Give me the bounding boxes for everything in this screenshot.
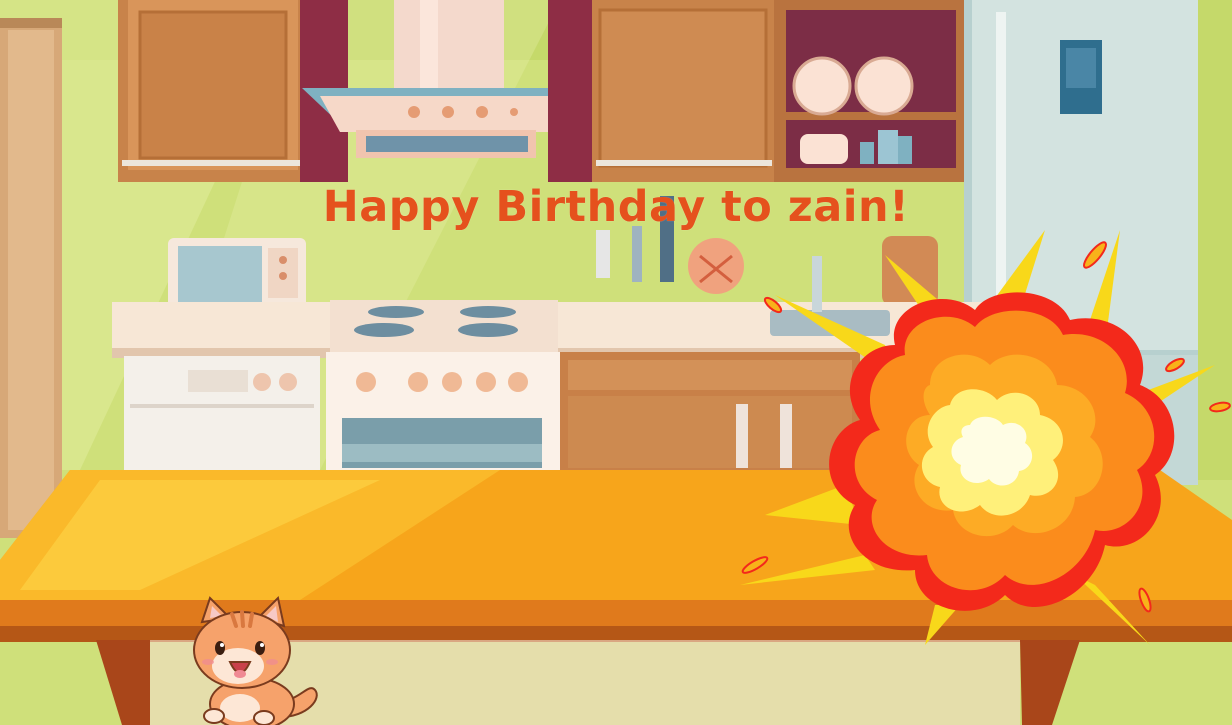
- explosion-sprite[interactable]: [735, 225, 1232, 650]
- upper-cabinet-right: [548, 0, 966, 182]
- cat-sprite[interactable]: [180, 592, 325, 725]
- microwave: [168, 238, 306, 310]
- game-stage[interactable]: Happy Birthday to zain!: [0, 0, 1232, 725]
